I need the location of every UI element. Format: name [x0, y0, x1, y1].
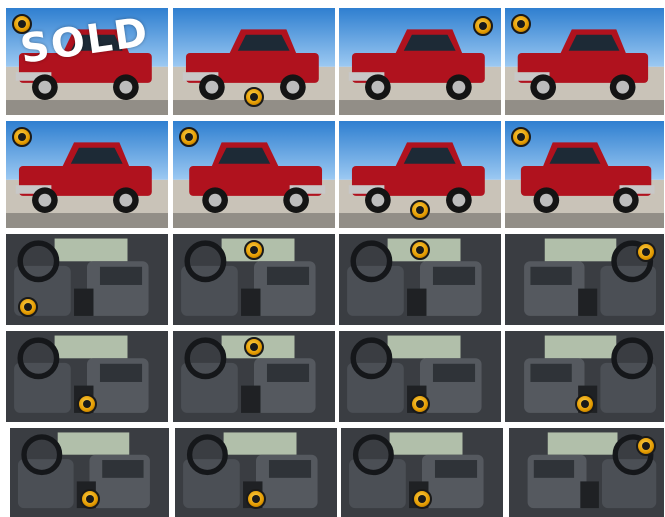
dealer-watermark-icon — [179, 127, 199, 147]
dealer-watermark-icon — [18, 297, 38, 317]
dealer-watermark-icon — [511, 127, 531, 147]
photo-tile-interior-steering-2[interactable] — [341, 428, 503, 517]
photo-tile-interior-seats[interactable] — [339, 234, 501, 325]
dealer-watermark-icon — [410, 200, 430, 220]
photo-tile-truck-rear[interactable] — [173, 8, 335, 115]
photo-tile-interior-driver-2[interactable] — [173, 234, 335, 325]
dealer-watermark-icon — [79, 489, 100, 509]
photo-tile-truck-front-3q-2[interactable] — [6, 121, 168, 228]
photo-tile-interior-dash-2[interactable] — [339, 331, 501, 422]
dealer-watermark-icon — [246, 489, 266, 509]
dealer-watermark-icon — [412, 489, 432, 509]
photo-tile-truck-side-2[interactable] — [339, 121, 501, 228]
dealer-watermark-icon — [244, 337, 264, 357]
dealer-watermark-icon — [244, 87, 264, 107]
dealer-watermark-icon — [636, 436, 656, 456]
dealer-watermark-icon — [410, 240, 430, 260]
photo-tile-interior-rear-2[interactable] — [509, 428, 664, 517]
dealer-watermark-icon — [473, 16, 493, 36]
photo-tile-interior-dash[interactable] — [505, 234, 664, 325]
dealer-watermark-icon — [574, 394, 595, 414]
photo-tile-truck-front-3q[interactable]: SOLD — [6, 8, 168, 115]
photo-tile-interior-rear[interactable] — [10, 428, 169, 517]
photo-tile-truck-front-3q-3[interactable] — [505, 121, 664, 228]
photo-tile-truck-side[interactable] — [339, 8, 501, 115]
photo-grid: SOLD — [0, 0, 665, 517]
dealer-watermark-icon — [410, 394, 430, 414]
photo-tile-truck-rear-3q[interactable] — [173, 121, 335, 228]
dealer-watermark-icon — [636, 242, 656, 262]
photo-tile-truck-front-closeup[interactable] — [505, 8, 664, 115]
photo-tile-interior-door[interactable] — [6, 331, 168, 422]
dealer-watermark-icon — [77, 394, 97, 414]
dealer-watermark-icon — [244, 240, 264, 260]
photo-tile-interior-console[interactable] — [173, 331, 335, 422]
photo-tile-interior-rear-seats[interactable] — [505, 331, 664, 422]
photo-tile-interior-driver[interactable] — [6, 234, 168, 325]
dealer-watermark-icon — [511, 14, 531, 34]
dealer-watermark-icon — [12, 127, 32, 147]
photo-tile-interior-steering[interactable] — [175, 428, 337, 517]
